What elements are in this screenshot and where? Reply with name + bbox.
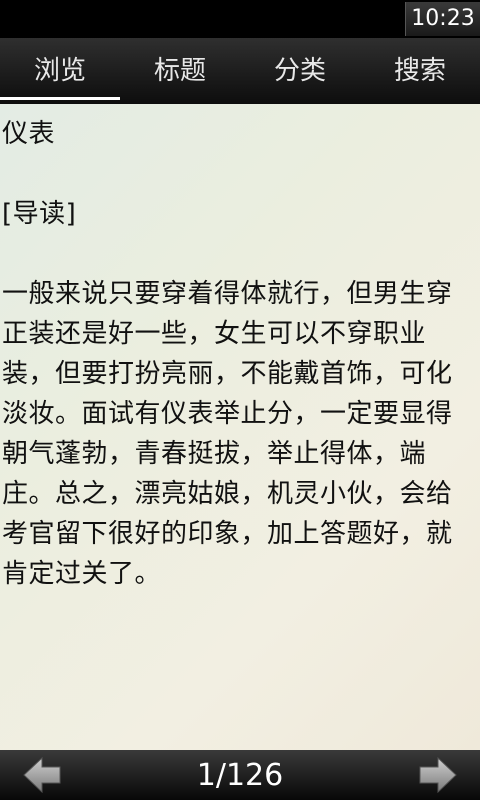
right-arrow-icon[interactable] [418,755,458,795]
article: 仪表 [导读] 一般来说只要穿着得体就行，但男生穿正装还是好一些，女生可以不穿职… [0,104,480,594]
tab-titles[interactable]: 标题 [120,38,240,104]
pagination-bar: 1/126 [0,750,480,800]
article-intro-label: [导读] [2,199,77,229]
left-arrow-icon[interactable] [22,755,62,795]
tab-browse[interactable]: 浏览 [0,38,120,104]
reading-area[interactable]: 仪表 [导读] 一般来说只要穿着得体就行，但男生穿正装还是好一些，女生可以不穿职… [0,104,480,750]
tab-categories[interactable]: 分类 [240,38,360,104]
tab-search[interactable]: 搜索 [360,38,480,104]
page-indicator: 1/126 [196,758,284,793]
status-time: 10:23 [405,2,480,36]
reader-screen: 10:23 浏览 标题 分类 搜索 仪表 [导读] 一般来说只要穿着得体就行，但… [0,0,480,800]
article-body: 一般来说只要穿着得体就行，但男生穿正装还是好一些，女生可以不穿职业装，但要打扮亮… [2,279,453,589]
status-bar: 10:23 [0,0,480,38]
article-title: 仪表 [2,119,56,149]
tab-bar: 浏览 标题 分类 搜索 [0,38,480,104]
